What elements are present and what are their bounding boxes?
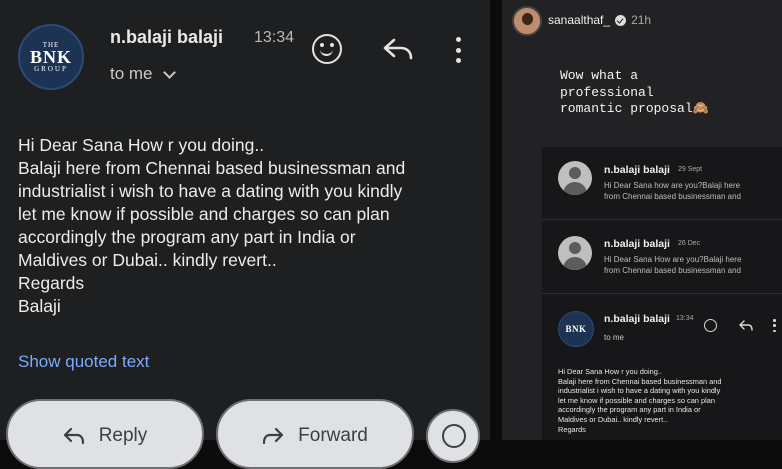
reply-button[interactable]: Reply [6,399,204,469]
thread-snippet: Hi Dear Sana how are you?Balaji here fro… [604,181,741,201]
recipient-details[interactable]: to me [110,64,176,84]
mini-sender-avatar: BNK [558,311,594,347]
contact-avatar-icon [558,161,592,195]
email-pane: THE BNK GROUP n.balaji balaji 13:34 to m… [0,0,490,469]
thread-sender: n.balaji balaji [604,238,670,250]
more-options-icon [773,319,776,332]
email-screenshot: n.balaji balaji 29 Sept Hi Dear Sana how… [542,147,782,440]
forward-icon [263,427,284,445]
mini-recipient: to me [604,333,625,342]
story-age: 21h [631,13,652,27]
sender-avatar[interactable]: THE BNK GROUP [18,24,84,90]
thread-date: 29 Sept [678,166,703,173]
chevron-down-icon[interactable] [162,65,176,79]
smiley-icon [442,424,466,448]
sender-name: n.balaji balaji [110,27,224,47]
divider [542,219,782,220]
message-time: 13:34 [254,29,295,46]
mini-time: 13:34 [676,315,694,322]
show-quoted-text-link[interactable]: Show quoted text [18,352,149,372]
message-body: Hi Dear Sana How r you doing.. Balaji he… [18,135,406,316]
thread-date: 26 Dec [678,240,701,247]
more-options-icon[interactable] [455,37,461,63]
story-header: sanaalthaf_ 21h [548,13,651,27]
mini-message-body: Hi Dear Sana How r you doing.. Balaji he… [558,367,722,434]
forward-button[interactable]: Forward [216,399,414,469]
recipient-label: to me [110,64,153,83]
instagram-story: sanaalthaf_ 21h Wow what a professional … [502,0,782,440]
add-reaction-icon[interactable] [312,34,342,64]
verified-badge-icon [615,14,627,26]
contact-avatar-icon [558,236,592,270]
username[interactable]: sanaalthaf_ [548,13,610,27]
story-caption: Wow what a professional romantic proposa… [560,68,709,116]
reply-icon [739,320,753,331]
thread-sender: n.balaji balaji [604,164,670,176]
reply-icon[interactable] [383,38,413,60]
divider [542,293,782,294]
emoji-reaction-button[interactable] [426,409,480,463]
thread-snippet: Hi Dear Sana How are you?Balaji here fro… [604,255,742,275]
reply-icon [63,427,84,445]
profile-avatar[interactable] [512,6,542,36]
mini-sender-name: n.balaji balaji [604,313,670,325]
smiley-icon [704,319,717,332]
